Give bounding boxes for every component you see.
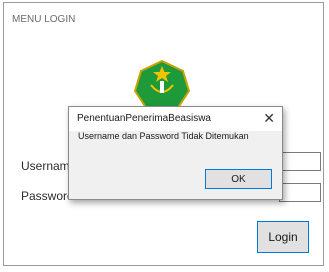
dialog-message: Username dan Password Tidak Ditemukan — [78, 131, 249, 141]
window-title: MENU LOGIN — [12, 14, 76, 25]
username-field[interactable] — [279, 152, 321, 171]
password-label: Password — [21, 189, 74, 203]
close-icon[interactable]: ✕ — [263, 110, 275, 126]
error-dialog: PenentuanPenerimaBeasiswa ✕ Username dan… — [68, 106, 283, 200]
password-field[interactable] — [279, 183, 321, 202]
dialog-titlebar[interactable]: PenentuanPenerimaBeasiswa ✕ — [69, 107, 282, 131]
dialog-title: PenentuanPenerimaBeasiswa — [77, 113, 211, 124]
ok-button[interactable]: OK — [205, 169, 272, 189]
ministry-emblem-icon — [133, 59, 191, 110]
login-button[interactable]: Login — [257, 221, 309, 253]
